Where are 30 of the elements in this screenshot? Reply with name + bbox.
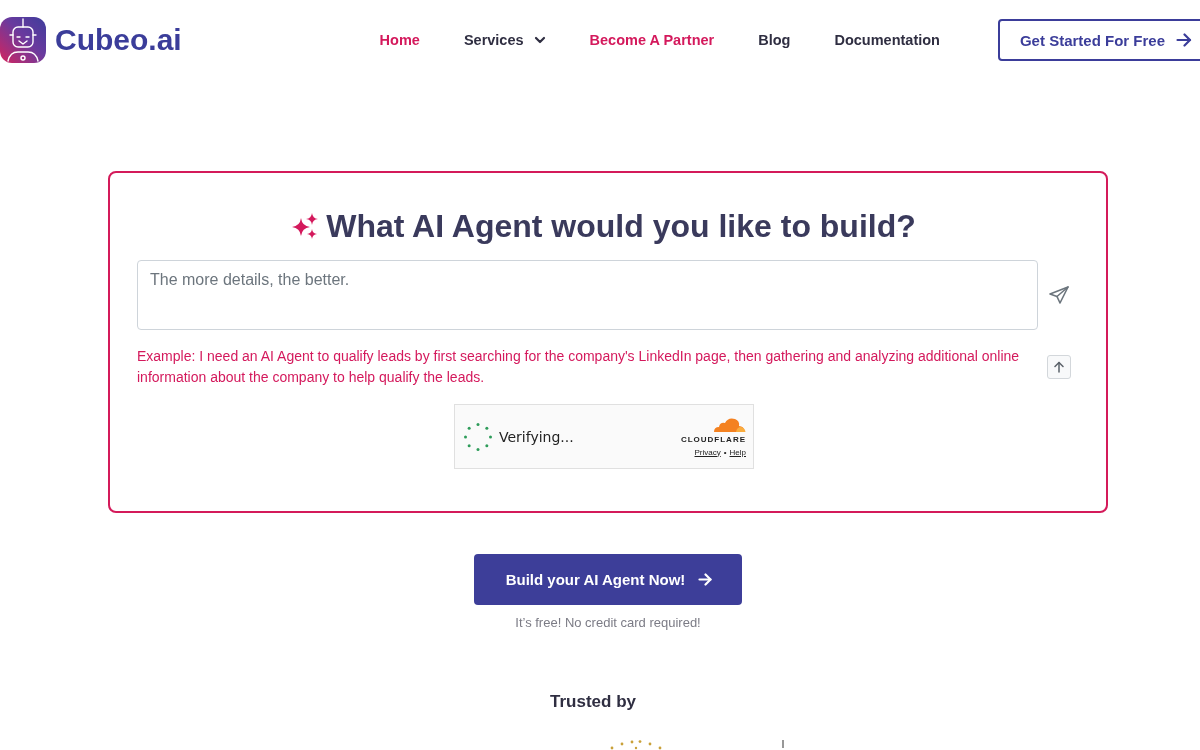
scroll-up-button[interactable] [1047, 355, 1071, 379]
get-started-button[interactable]: Get Started For Free [997, 19, 1200, 61]
captcha-status: Verifying... [499, 428, 574, 445]
arrow-right-icon [698, 573, 713, 586]
robot-logo-icon [0, 17, 46, 63]
separator-text: • [723, 447, 727, 458]
chevron-down-icon [533, 36, 546, 44]
dotted-logo-icon [610, 740, 662, 750]
example-text: Example: I need an AI Agent to qualify leads by first searching for the company's LinkedIn page, then gathering and analyzing additional online information about the company to help qualify the leads. [137, 347, 1021, 387]
send-button[interactable] [1047, 283, 1071, 307]
nav-link[interactable]: Services [463, 30, 546, 50]
nav-link[interactable]: Become A Partner [589, 30, 715, 50]
arrow-up-icon [1054, 361, 1064, 373]
sparkle-icon [292, 213, 319, 239]
free-note: It’s free! No credit card required! [515, 615, 701, 631]
arrow-right-icon [1176, 33, 1192, 47]
nav-link[interactable]: Documentation [834, 30, 940, 50]
cloudflare-wordmark: CLOUDFLARE [680, 434, 746, 445]
nav-link[interactable]: Blog [758, 30, 791, 50]
trusted-title: Trusted by [550, 691, 636, 713]
spinner-icon [463, 421, 493, 452]
builder-title: What AI Agent would you like to build? [326, 208, 916, 244]
nav-link[interactable]: Home [379, 30, 420, 50]
privacy-link[interactable]: Privacy [694, 447, 721, 458]
build-agent-button[interactable]: Build your AI Agent Now! [473, 554, 743, 605]
help-link[interactable]: Help [729, 447, 746, 458]
logo-link[interactable]: Cubeo.ai [0, 17, 182, 63]
logo-line-icon [782, 740, 784, 748]
paper-plane-icon [1049, 286, 1069, 304]
prompt-field[interactable]: The more details, the better. [137, 260, 1038, 330]
